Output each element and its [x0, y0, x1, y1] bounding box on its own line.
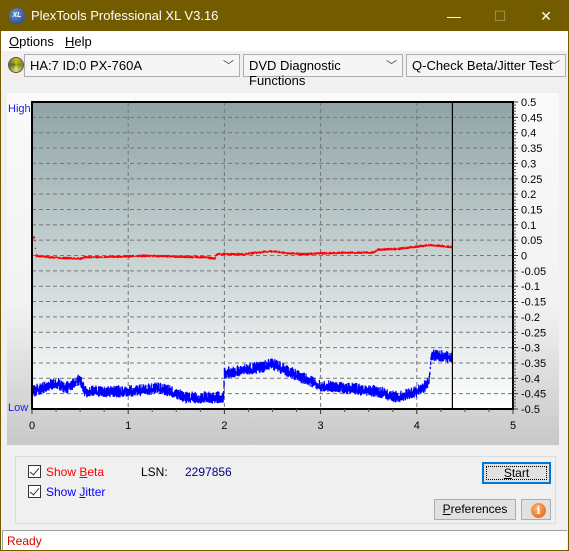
x-tick-label: 0	[29, 420, 35, 432]
chart-panel: 0.5 0.45 0.4 0.35 0.3 0.25 0.2 0.15 0.1 0.05 0 -0.0…	[7, 93, 559, 445]
window-title: PlexTools Professional XL V3.16	[31, 8, 219, 23]
y-tick-label: -0.5	[521, 404, 540, 416]
y-tick-label: 0.25	[521, 174, 542, 186]
show-beta-checkbox[interactable]	[28, 465, 41, 478]
chevron-down-icon: ﹀	[549, 60, 560, 72]
show-jitter-text-rest: itter	[85, 485, 106, 499]
start-button[interactable]: Start	[482, 462, 551, 484]
show-jitter-text: Show	[46, 485, 80, 499]
y-tick-label: 0.3	[521, 158, 536, 170]
low-label: Low	[8, 402, 28, 414]
x-tick-label: 4	[414, 420, 420, 432]
show-beta-text: Show	[46, 465, 80, 479]
y-tick-label: -0.2	[521, 312, 540, 324]
y-tick-label: -0.25	[521, 327, 546, 339]
close-button[interactable]: ✕	[523, 1, 569, 31]
chevron-down-icon: ﹀	[386, 60, 397, 72]
menu-bar: Options Help	[1, 31, 568, 51]
options-panel: Show Beta Show Jitter LSN: 2297856 Start…	[15, 456, 556, 524]
test-select[interactable]: Q-Check Beta/Jitter Test ﹀	[406, 54, 566, 77]
info-icon: i	[531, 503, 546, 518]
drive-select[interactable]: HA:7 ID:0 PX-760A ﹀	[24, 54, 240, 77]
disc-drive-icon	[8, 57, 24, 73]
menu-help[interactable]: Help	[65, 34, 92, 49]
toolbar: HA:7 ID:0 PX-760A ﹀ DVD Diagnostic Funct…	[1, 51, 568, 88]
title-bar: XL PlexTools Professional XL V3.16 — ☐ ✕	[1, 1, 568, 31]
menu-help-accel: H	[65, 34, 75, 49]
chevron-down-icon: ﹀	[223, 60, 234, 72]
y-tick-label: 0.1	[521, 220, 536, 232]
y-tick-label: -0.3	[521, 343, 540, 355]
y-tick-label: 0.4	[521, 128, 536, 140]
y-tick-label: 0.35	[521, 143, 542, 155]
app-window: XL PlexTools Professional XL V3.16 — ☐ ✕…	[0, 0, 569, 551]
info-button[interactable]: i	[521, 499, 551, 520]
x-tick-label: 3	[318, 420, 324, 432]
x-tick-label: 1	[125, 420, 131, 432]
y-tick-label: 0.2	[521, 189, 536, 201]
function-select[interactable]: DVD Diagnostic Functions ﹀	[243, 54, 403, 88]
show-beta-text-rest: eta	[87, 465, 105, 479]
menu-options[interactable]: Options	[9, 34, 54, 49]
menu-options-label: ptions	[19, 34, 54, 49]
y-tick-label: -0.4	[521, 373, 540, 385]
test-select-value: Q-Check Beta/Jitter Test	[412, 58, 553, 73]
drive-select-value: HA:7 ID:0 PX-760A	[30, 58, 142, 73]
y-tick-label: -0.05	[521, 266, 546, 278]
preferences-button[interactable]: Preferences	[434, 499, 516, 520]
xl-app-icon: XL	[9, 8, 25, 24]
x-tick-label: 5	[510, 420, 516, 432]
y-tick-label: -0.45	[521, 389, 546, 401]
y-tick-label: -0.35	[521, 358, 546, 370]
maximize-button[interactable]: ☐	[477, 1, 523, 31]
lsn-value: 2297856	[185, 465, 232, 479]
x-tick-label: 2	[221, 420, 227, 432]
y-tick-label: 0.15	[521, 204, 542, 216]
preferences-accel: P	[442, 502, 451, 516]
show-jitter-checkbox[interactable]	[28, 485, 41, 498]
minimize-button[interactable]: —	[431, 1, 477, 31]
status-text: Ready	[7, 534, 42, 548]
focus-rect	[486, 466, 547, 480]
show-beta-label[interactable]: Show Beta	[46, 465, 104, 479]
high-label: High	[8, 103, 31, 115]
y-tick-label: 0.45	[521, 112, 542, 124]
y-tick-label: 0.05	[521, 235, 542, 247]
menu-options-accel: O	[9, 34, 20, 49]
y-tick-label: 0.5	[521, 97, 536, 109]
menu-help-label: elp	[74, 34, 92, 49]
y-tick-label: -0.1	[521, 281, 540, 293]
status-bar: Ready	[2, 530, 567, 550]
preferences-label: references	[450, 502, 508, 516]
beta-jitter-chart: 0.5 0.45 0.4 0.35 0.3 0.25 0.2 0.15 0.1 0.05 0 -0.0…	[8, 97, 546, 432]
y-tick-label: -0.15	[521, 297, 546, 309]
show-jitter-label[interactable]: Show Jitter	[46, 485, 105, 499]
lsn-label: LSN:	[141, 465, 168, 479]
function-select-value: DVD Diagnostic Functions	[249, 58, 341, 88]
y-tick-label: 0	[521, 251, 527, 263]
